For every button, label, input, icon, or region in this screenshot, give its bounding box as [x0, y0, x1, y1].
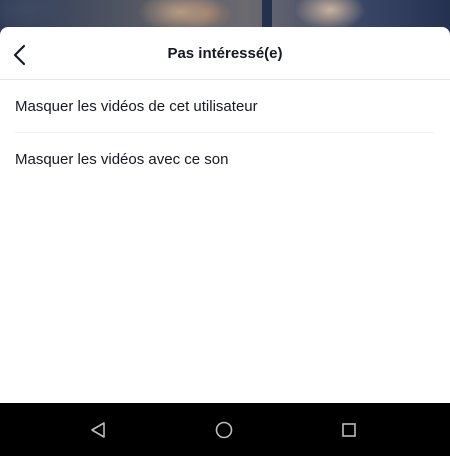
- option-label: Masquer les vidéos avec ce son: [15, 150, 229, 168]
- circle-home-icon: [215, 421, 233, 439]
- nav-back-button[interactable]: [85, 417, 111, 443]
- nav-recents-button[interactable]: [336, 417, 362, 443]
- not-interested-sheet: Pas intéressé(e) Masquer les vidéos de c…: [0, 27, 450, 403]
- option-hide-user-videos[interactable]: Masquer les vidéos de cet utilisateur: [15, 80, 435, 133]
- square-recents-icon: [342, 423, 356, 437]
- sheet-title: Pas intéressé(e): [167, 45, 283, 62]
- sheet-header: Pas intéressé(e): [0, 27, 450, 80]
- android-navigation-bar: [0, 403, 450, 456]
- triangle-back-icon: [91, 422, 105, 438]
- option-hide-sound-videos[interactable]: Masquer les vidéos avec ce son: [15, 133, 435, 185]
- option-label: Masquer les vidéos de cet utilisateur: [15, 97, 258, 115]
- nav-home-button[interactable]: [211, 417, 237, 443]
